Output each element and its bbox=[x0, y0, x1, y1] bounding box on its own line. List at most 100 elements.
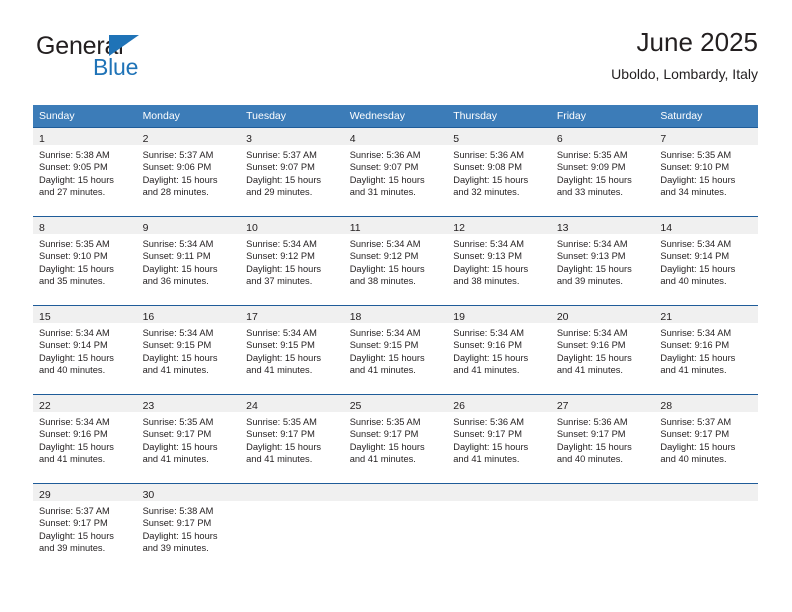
calendar-day-cell bbox=[343, 483, 448, 572]
day-cell-25[interactable]: 25 Sunrise: 5:35 AM Sunset: 9:17 PM Dayligh… bbox=[343, 394, 448, 483]
day-cell-22[interactable]: 22 Sunrise: 5:34 AM Sunset: 9:16 PM Dayligh… bbox=[33, 394, 137, 483]
day-cell-17[interactable]: 17 Sunrise: 5:34 AM Sunset: 9:15 PM Dayligh… bbox=[240, 305, 344, 394]
day-info-line: Sunrise: 5:35 AM bbox=[349, 417, 421, 427]
day-info-line: Sunset: 9:12 PM bbox=[246, 251, 315, 262]
day-info-line: and 27 minutes. bbox=[39, 187, 106, 198]
day-info-line: and 39 minutes. bbox=[556, 276, 623, 287]
day-info-line: and 41 minutes. bbox=[349, 365, 416, 376]
day-number: 30 bbox=[142, 489, 155, 501]
day-cell-content: Sunrise: 5:35 AM Sunset: 9:09 PM Daylight:… bbox=[551, 145, 655, 199]
day-info-line: Daylight: 15 hours bbox=[453, 352, 529, 363]
day-cell-28[interactable]: 28 Sunrise: 5:37 AM Sunset: 9:17 PM Dayligh… bbox=[654, 394, 758, 483]
day-info-line: Sunrise: 5:34 AM bbox=[246, 328, 317, 338]
day-info-line: Daylight: 15 hours bbox=[246, 441, 322, 452]
day-cell-10[interactable]: 10 Sunrise: 5:34 AM Sunset: 9:12 PM Dayligh… bbox=[240, 216, 344, 305]
day-info-line: Daylight: 15 hours bbox=[660, 352, 736, 363]
day-info-line: Sunset: 9:07 PM bbox=[246, 162, 315, 173]
calendar-day-cell: 4 Sunrise: 5:36 AM Sunset: 9:07 PM Daylight… bbox=[343, 127, 448, 216]
day-info-line: Sunset: 9:08 PM bbox=[453, 162, 522, 173]
day-cell-8[interactable]: 8 Sunrise: 5:35 AM Sunset: 9:10 PM Daylight… bbox=[33, 216, 137, 305]
day-info-line: Sunrise: 5:34 AM bbox=[349, 239, 421, 249]
day-cell-content: Sunrise: 5:34 AM Sunset: 9:12 PM Daylight:… bbox=[344, 234, 448, 288]
day-cell-2[interactable]: 2 Sunrise: 5:37 AM Sunset: 9:06 PM Daylight… bbox=[136, 127, 241, 216]
day-info-line: Daylight: 15 hours bbox=[39, 530, 114, 541]
day-number: 4 bbox=[349, 133, 356, 145]
day-number-band: 15 bbox=[33, 306, 137, 323]
day-number-band: 29 bbox=[33, 484, 137, 501]
calendar-day-cell: 23 Sunrise: 5:35 AM Sunset: 9:17 PM Dayligh… bbox=[136, 394, 241, 483]
day-number-band: 24 bbox=[240, 395, 344, 412]
day-cell-19[interactable]: 19 Sunrise: 5:34 AM Sunset: 9:16 PM Dayligh… bbox=[447, 305, 551, 394]
day-number-band: 7 bbox=[654, 128, 758, 145]
day-cell-24[interactable]: 24 Sunrise: 5:35 AM Sunset: 9:17 PM Dayligh… bbox=[240, 394, 344, 483]
calendar-day-cell: 17 Sunrise: 5:34 AM Sunset: 9:15 PM Dayligh… bbox=[240, 305, 344, 394]
calendar-header-row: Sunday Monday Tuesday Wednesday Thursday Frid… bbox=[33, 105, 758, 127]
day-cell-18[interactable]: 18 Sunrise: 5:34 AM Sunset: 9:15 PM Dayligh… bbox=[343, 305, 448, 394]
day-cell-6[interactable]: 6 Sunrise: 5:35 AM Sunset: 9:09 PM Daylight… bbox=[550, 127, 655, 216]
calendar-day-cell: 27 Sunrise: 5:36 AM Sunset: 9:17 PM Dayligh… bbox=[550, 394, 655, 483]
day-cell-21[interactable]: 21 Sunrise: 5:34 AM Sunset: 9:16 PM Dayligh… bbox=[654, 305, 758, 394]
calendar-day-cell: 29 Sunrise: 5:37 AM Sunset: 9:17 PM Dayligh… bbox=[33, 483, 137, 572]
day-cell-5[interactable]: 5 Sunrise: 5:36 AM Sunset: 9:08 PM Daylight… bbox=[447, 127, 551, 216]
day-number-band: 16 bbox=[136, 306, 241, 323]
day-info-line: Sunset: 9:10 PM bbox=[660, 162, 730, 173]
day-cell-15[interactable]: 15 Sunrise: 5:34 AM Sunset: 9:14 PM Dayligh… bbox=[33, 305, 137, 394]
day-cell-content bbox=[447, 501, 551, 505]
day-cell-29[interactable]: 29 Sunrise: 5:37 AM Sunset: 9:17 PM Dayligh… bbox=[33, 483, 137, 572]
day-number: 25 bbox=[349, 400, 362, 412]
day-cell-14[interactable]: 14 Sunrise: 5:34 AM Sunset: 9:14 PM Dayligh… bbox=[654, 216, 758, 305]
day-cell-12[interactable]: 12 Sunrise: 5:34 AM Sunset: 9:13 PM Dayligh… bbox=[447, 216, 551, 305]
day-cell-7[interactable]: 7 Sunrise: 5:35 AM Sunset: 9:10 PM Daylight… bbox=[654, 127, 758, 216]
calendar-day-cell: 13 Sunrise: 5:34 AM Sunset: 9:13 PM Dayligh… bbox=[550, 216, 655, 305]
day-number-band bbox=[550, 484, 655, 501]
day-number-band: 19 bbox=[447, 306, 551, 323]
day-info-line: Sunrise: 5:38 AM bbox=[142, 506, 214, 516]
day-cell-11[interactable]: 11 Sunrise: 5:34 AM Sunset: 9:12 PM Dayligh… bbox=[343, 216, 448, 305]
day-cell-3[interactable]: 3 Sunrise: 5:37 AM Sunset: 9:07 PM Daylight… bbox=[240, 127, 344, 216]
day-cell-content: Sunrise: 5:35 AM Sunset: 9:10 PM Daylight:… bbox=[33, 234, 137, 288]
day-number: 7 bbox=[660, 133, 667, 145]
day-info-line: Sunset: 9:17 PM bbox=[246, 429, 315, 440]
day-info-line: Sunset: 9:14 PM bbox=[660, 251, 730, 262]
day-cell-27[interactable]: 27 Sunrise: 5:36 AM Sunset: 9:17 PM Dayligh… bbox=[550, 394, 655, 483]
weekday-header-wednesday: Wednesday bbox=[343, 105, 448, 127]
day-info-line: Sunset: 9:16 PM bbox=[556, 340, 626, 351]
day-cell-30[interactable]: 30 Sunrise: 5:38 AM Sunset: 9:17 PM Dayligh… bbox=[136, 483, 241, 572]
day-info-line: Sunrise: 5:36 AM bbox=[349, 150, 421, 160]
day-info-line: Sunrise: 5:34 AM bbox=[246, 239, 317, 249]
day-cell-4[interactable]: 4 Sunrise: 5:36 AM Sunset: 9:07 PM Daylight… bbox=[343, 127, 448, 216]
day-cell-content: Sunrise: 5:34 AM Sunset: 9:14 PM Daylight:… bbox=[654, 234, 758, 288]
general-blue-logo: General Blue bbox=[36, 33, 216, 85]
title-block: June 2025 Uboldo, Lombardy, Italy bbox=[611, 26, 758, 84]
day-number: 27 bbox=[556, 400, 569, 412]
day-info-line: and 38 minutes. bbox=[453, 276, 520, 287]
triangle-icon bbox=[109, 35, 139, 56]
day-info-line: Daylight: 15 hours bbox=[660, 263, 736, 274]
calendar-day-cell: 28 Sunrise: 5:37 AM Sunset: 9:17 PM Dayligh… bbox=[654, 394, 758, 483]
day-info-line: and 40 minutes. bbox=[556, 454, 623, 465]
day-cell-23[interactable]: 23 Sunrise: 5:35 AM Sunset: 9:17 PM Dayligh… bbox=[136, 394, 241, 483]
day-cell-content: Sunrise: 5:34 AM Sunset: 9:13 PM Daylight:… bbox=[447, 234, 551, 288]
day-info-line: Sunrise: 5:37 AM bbox=[660, 417, 732, 427]
day-cell-16[interactable]: 16 Sunrise: 5:34 AM Sunset: 9:15 PM Dayligh… bbox=[136, 305, 241, 394]
day-info-line: Sunset: 9:17 PM bbox=[453, 429, 522, 440]
day-info-line: Sunrise: 5:34 AM bbox=[453, 239, 525, 249]
day-number-band: 30 bbox=[136, 484, 241, 501]
calendar-day-cell bbox=[654, 483, 758, 572]
day-cell-content: Sunrise: 5:34 AM Sunset: 9:16 PM Daylight:… bbox=[33, 412, 137, 466]
logo-text-blue: Blue bbox=[93, 54, 139, 80]
day-cell-20[interactable]: 20 Sunrise: 5:34 AM Sunset: 9:16 PM Dayligh… bbox=[550, 305, 655, 394]
calendar-day-cell: 30 Sunrise: 5:38 AM Sunset: 9:17 PM Dayligh… bbox=[136, 483, 241, 572]
day-info-line: Sunset: 9:14 PM bbox=[39, 340, 108, 351]
day-info-line: Daylight: 15 hours bbox=[660, 174, 736, 185]
day-info-line: Sunset: 9:16 PM bbox=[453, 340, 522, 351]
day-number-band: 2 bbox=[136, 128, 241, 145]
day-number: 21 bbox=[660, 311, 673, 323]
day-cell-13[interactable]: 13 Sunrise: 5:34 AM Sunset: 9:13 PM Dayligh… bbox=[550, 216, 655, 305]
day-cell-9[interactable]: 9 Sunrise: 5:34 AM Sunset: 9:11 PM Daylight… bbox=[136, 216, 241, 305]
weekday-header-monday: Monday bbox=[136, 105, 241, 127]
day-number-band bbox=[240, 484, 344, 501]
day-cell-26[interactable]: 26 Sunrise: 5:36 AM Sunset: 9:17 PM Dayligh… bbox=[447, 394, 551, 483]
day-cell-1[interactable]: 1 Sunrise: 5:38 AM Sunset: 9:05 PM Daylight… bbox=[33, 127, 137, 216]
day-cell-empty bbox=[240, 483, 344, 572]
